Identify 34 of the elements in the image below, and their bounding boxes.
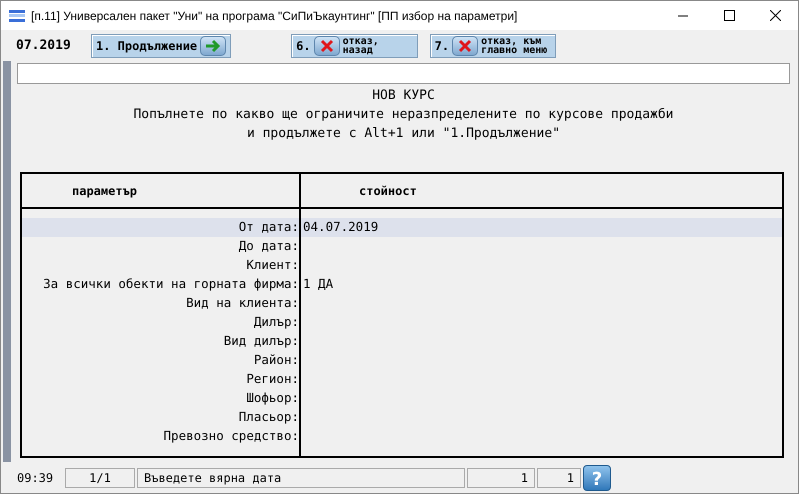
toolbar-button[interactable]: 6. отказ, назад — [291, 34, 418, 58]
parameter-label: Клиент: — [245, 256, 299, 274]
parameter-label: Вид на клиента: — [185, 294, 299, 312]
value-cell[interactable]: 1 ДА — [303, 275, 334, 294]
cross-icon — [314, 36, 340, 56]
status-page: 1/1 — [65, 468, 135, 488]
parameter-label: Район: — [252, 351, 299, 370]
parameter-label: Шофьор: — [245, 389, 299, 408]
app-icon — [9, 10, 25, 22]
parameter-label: От дата: — [22, 218, 299, 237]
toolbar-button[interactable]: 1. Продължение — [91, 34, 232, 58]
value-cell[interactable]: 04.07.2019 — [303, 218, 378, 237]
status-message: Въведете вярна дата — [137, 468, 465, 488]
status-field: 1 — [467, 468, 535, 488]
maximize-icon[interactable] — [724, 10, 734, 21]
toolbar-button[interactable]: 7. отказ, към главно меню — [430, 34, 556, 58]
instruction-text: и продължете с Alt+1 или "1.Продължение" — [246, 125, 560, 143]
parameter-label: Дилър: — [252, 313, 299, 332]
period-label: 07.2019 — [16, 36, 72, 55]
parameter-label: Пласьор: — [238, 408, 299, 426]
column-header: параметър — [22, 174, 301, 207]
parameter-label: Регион: — [245, 370, 299, 388]
status-time: 09:39 — [17, 470, 54, 486]
window-title: [п.11] Универсален пакет "Уни" на програма "СиПиЪкаунтинг" [ПП избор на параметри] — [31, 8, 518, 24]
close-icon[interactable] — [770, 10, 780, 21]
status-field: 1 — [537, 468, 581, 488]
parameter-label: До дата: — [238, 237, 299, 256]
heading-title: НОВ КУРС — [372, 87, 435, 105]
instruction-text: Попълнете по какво ще ограничите неразпределените по курсове продажби — [133, 106, 674, 124]
parameter-label: За всички обекти на горната фирма: — [42, 275, 299, 294]
parameter-label: Превозно средство: — [162, 427, 299, 446]
parameter-label: Вид дилър: — [222, 332, 299, 350]
column-header: стойност — [358, 182, 418, 200]
cross-icon — [452, 36, 478, 56]
